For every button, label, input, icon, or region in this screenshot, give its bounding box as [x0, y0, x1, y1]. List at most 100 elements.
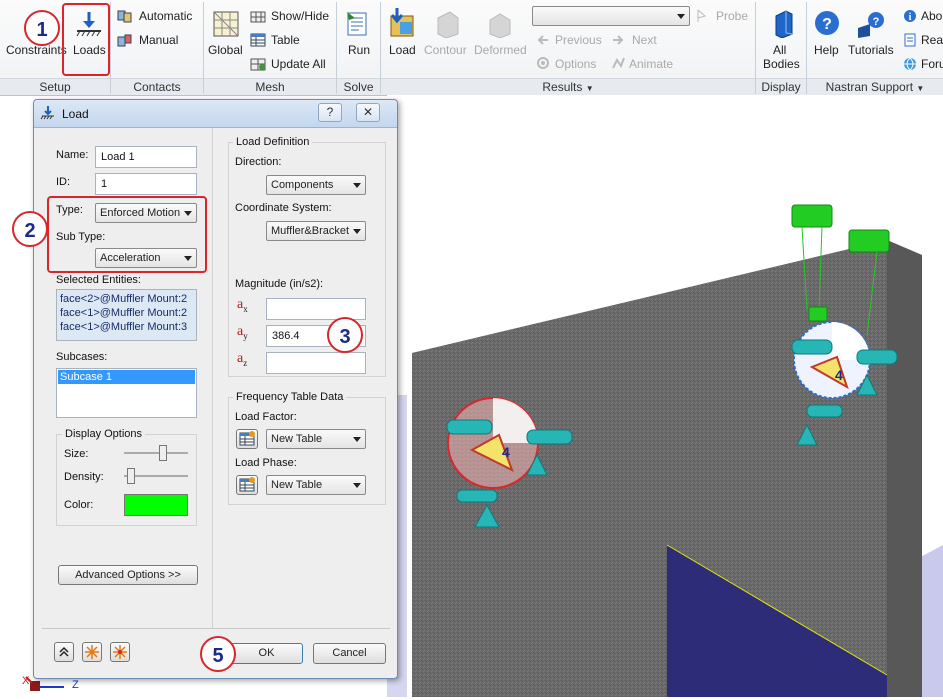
animate-button[interactable]: Animate	[629, 57, 673, 71]
table-icon	[239, 477, 255, 492]
all-bodies-line2[interactable]: Bodies	[763, 57, 800, 71]
readme-button[interactable]: Rea	[921, 33, 943, 47]
load-definition-label: Load Definition	[233, 136, 313, 148]
double-chevron-up-icon	[59, 646, 69, 657]
next-button[interactable]: Next	[632, 33, 657, 47]
previous-button[interactable]: Previous	[555, 33, 602, 47]
automatic-contact-button[interactable]: Automatic	[139, 9, 192, 23]
about-icon: i	[903, 9, 917, 23]
ax-label: ax	[237, 297, 248, 314]
about-button[interactable]: Abo	[921, 9, 942, 23]
callout-5: 5	[200, 636, 236, 672]
ax-field[interactable]	[266, 298, 366, 320]
subcases-label: Subcases:	[56, 351, 108, 363]
load-marker-a: 4	[502, 444, 510, 460]
name-label: Name:	[56, 149, 89, 161]
load-title-icon	[40, 106, 56, 120]
list-item[interactable]: face<2>@Muffler Mount:2	[60, 292, 193, 306]
name-field[interactable]: Load 1	[95, 146, 197, 168]
dialog-titlebar[interactable]: Load ? ✕	[34, 100, 397, 128]
deformed-button[interactable]: Deformed	[474, 43, 527, 57]
advanced-options-button[interactable]: Advanced Options >>	[58, 565, 198, 585]
burst-multi-icon	[113, 645, 127, 659]
load-factor-label: Load Factor:	[235, 411, 297, 423]
dialog-close-button[interactable]: ✕	[356, 103, 380, 122]
load-phase-table-button[interactable]	[236, 475, 258, 495]
id-field[interactable]: 1	[95, 173, 197, 195]
probe-button[interactable]: Probe	[716, 9, 748, 23]
tutorials-button[interactable]: Tutorials	[848, 43, 894, 57]
list-item[interactable]: face<1>@Muffler Mount:2	[60, 306, 193, 320]
show-hide-button[interactable]: Show/Hide	[271, 9, 329, 23]
triad-x-label: X	[22, 675, 30, 687]
svg-text:i: i	[909, 12, 912, 23]
update-all-button[interactable]: Update All	[271, 57, 326, 71]
display-group-label: Display	[756, 78, 806, 95]
frequency-table-label: Frequency Table Data	[233, 391, 347, 403]
run-icon	[345, 10, 371, 38]
cancel-button[interactable]: Cancel	[313, 643, 386, 664]
loads-highlight	[62, 3, 110, 76]
burst-button-1[interactable]	[82, 642, 102, 662]
help-icon: ?	[814, 10, 840, 36]
forum-icon	[903, 57, 917, 71]
mesh-group-label: Mesh	[204, 78, 336, 95]
list-item[interactable]: Subcase 1	[58, 370, 195, 384]
subcases-list[interactable]: Subcase 1	[56, 368, 197, 418]
update-all-icon	[250, 56, 266, 72]
size-slider[interactable]	[124, 444, 188, 462]
selected-entities-label: Selected Entities:	[56, 274, 141, 286]
load-results-button[interactable]: Load	[389, 43, 416, 57]
global-mesh-icon	[212, 10, 240, 38]
az-label: az	[237, 351, 248, 368]
animate-icon	[611, 56, 625, 70]
model-viewport[interactable]: 4 4	[387, 95, 943, 697]
load-factor-select[interactable]: New Table	[266, 429, 366, 449]
callout-2: 2	[12, 211, 48, 247]
direction-select[interactable]: Components	[266, 175, 366, 195]
load-phase-select[interactable]: New Table	[266, 475, 366, 495]
all-bodies-icon	[772, 8, 796, 39]
type-highlight	[47, 196, 207, 273]
color-swatch[interactable]	[124, 494, 188, 516]
ribbon: Constraints Loads Setup Automatic Manual…	[0, 0, 943, 96]
help-button[interactable]: Help	[814, 43, 839, 57]
collapse-button[interactable]	[54, 642, 74, 662]
contour-button[interactable]: Contour	[424, 43, 467, 57]
magnitude-label: Magnitude (in/s2):	[235, 278, 324, 290]
chevron-down-icon	[677, 14, 685, 19]
selected-entities-list[interactable]: face<2>@Muffler Mount:2 face<1>@Muffler …	[56, 289, 197, 341]
results-select[interactable]	[532, 6, 690, 26]
previous-icon	[536, 33, 550, 47]
load-factor-table-button[interactable]	[236, 429, 258, 449]
setup-group-label: Setup	[0, 78, 110, 95]
direction-label: Direction:	[235, 156, 282, 168]
options-button[interactable]: Options	[555, 57, 596, 71]
table-icon	[239, 431, 255, 446]
solve-group-label: Solve	[337, 78, 380, 95]
az-field[interactable]	[266, 352, 366, 374]
nastran-group-label: Nastran Support ▼	[807, 78, 943, 95]
callout-3: 3	[327, 317, 363, 353]
forum-button[interactable]: Foru	[921, 57, 943, 71]
coordinate-system-select[interactable]: Muffler&Bracket	[266, 221, 366, 241]
load-phase-label: Load Phase:	[235, 457, 297, 469]
chevron-down-icon	[353, 183, 361, 188]
manual-contact-button[interactable]: Manual	[139, 33, 178, 47]
size-slider-thumb[interactable]	[158, 445, 167, 461]
ok-button[interactable]: OK	[230, 643, 303, 664]
burst-button-2[interactable]	[110, 642, 130, 662]
load-marker-b: 4	[835, 367, 843, 383]
table-button[interactable]: Table	[271, 33, 300, 47]
density-slider[interactable]	[124, 467, 188, 485]
density-slider-thumb[interactable]	[126, 468, 135, 484]
coordinate-system-label: Coordinate System:	[235, 202, 332, 214]
dialog-help-button[interactable]: ?	[318, 103, 342, 122]
all-bodies-line1[interactable]: All	[773, 43, 786, 57]
global-mesh-button[interactable]: Global	[208, 43, 243, 57]
triad-z-label: Z	[72, 679, 79, 691]
nastran-dropdown-icon: ▼	[916, 84, 925, 93]
list-item[interactable]: face<1>@Muffler Mount:3	[60, 320, 193, 334]
manual-contact-icon	[117, 32, 133, 48]
run-button[interactable]: Run	[348, 43, 370, 57]
